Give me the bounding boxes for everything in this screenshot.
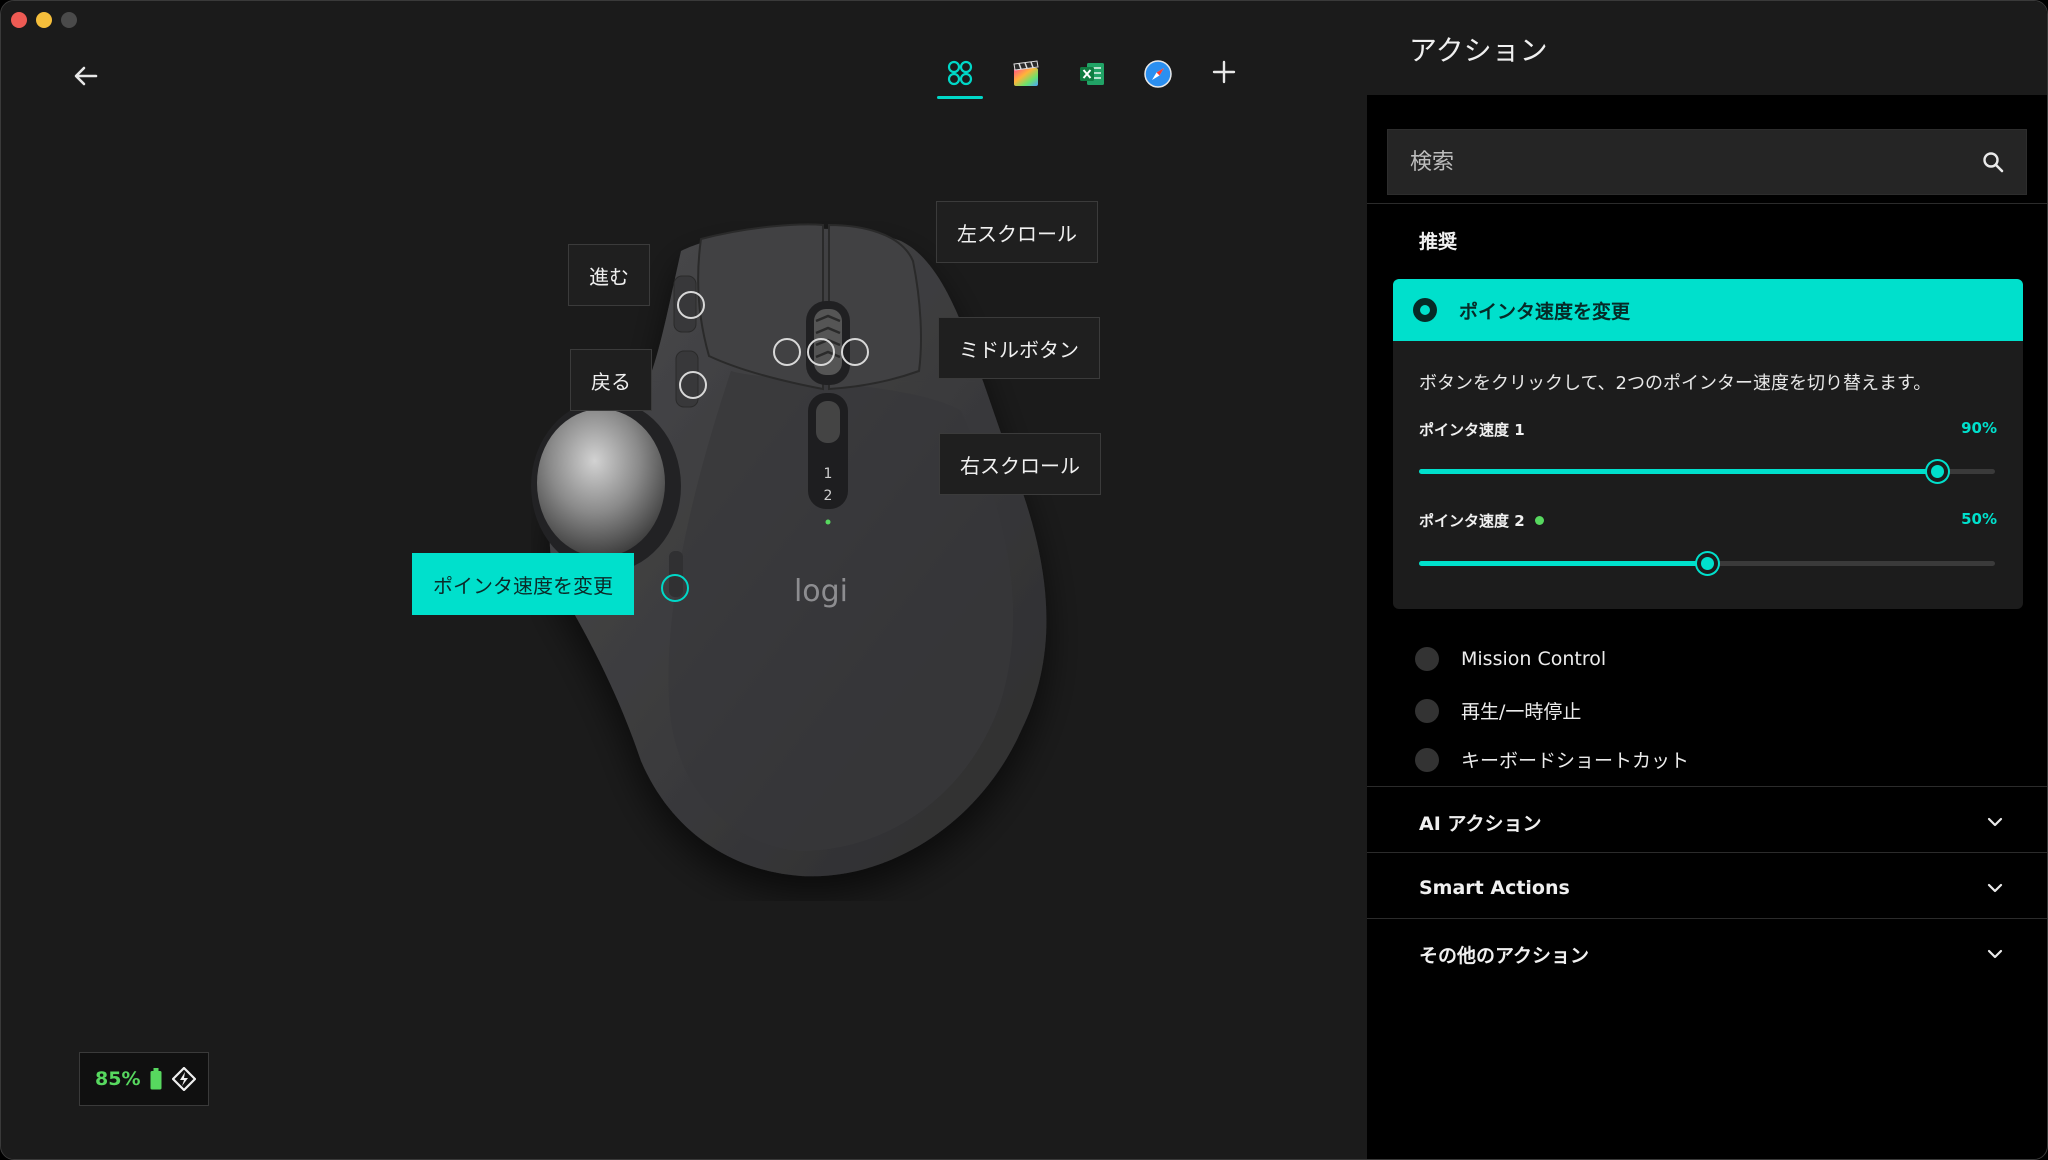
excel-icon bbox=[1080, 63, 1104, 85]
action-option-label: 再生/一時停止 bbox=[1461, 701, 1582, 723]
dpi-label-2: 2 bbox=[824, 488, 833, 504]
slider-2-value: 50% bbox=[1961, 510, 1997, 528]
section-label: Smart Actions bbox=[1419, 877, 1570, 899]
pointer-speed-2-slider[interactable] bbox=[1419, 553, 1995, 574]
chevron-down-icon bbox=[1987, 817, 2003, 827]
hotspot-forward[interactable] bbox=[677, 291, 705, 319]
section-label: AI アクション bbox=[1419, 812, 1542, 835]
hotspot-middle-button[interactable] bbox=[807, 338, 835, 366]
close-window-button[interactable] bbox=[11, 12, 27, 28]
slider-2-label-text: ポインタ速度 2 bbox=[1419, 512, 1525, 530]
search-input[interactable] bbox=[1410, 149, 1982, 175]
action-option-label: Mission Control bbox=[1461, 648, 1607, 670]
slider-1-value: 90% bbox=[1961, 419, 1997, 437]
slider-1-label: ポインタ速度 1 bbox=[1419, 419, 1525, 440]
tab-all-apps[interactable] bbox=[937, 53, 983, 99]
clapper-icon bbox=[1013, 60, 1039, 86]
divider bbox=[1367, 918, 2047, 919]
section-ai-actions[interactable]: AI アクション bbox=[1367, 789, 2047, 855]
callout-back[interactable]: 戻る bbox=[570, 349, 652, 411]
arrow-left-icon bbox=[74, 66, 98, 86]
action-option-mission-control[interactable]: Mission Control bbox=[1415, 647, 1606, 671]
battery-percent: 85% bbox=[95, 1068, 141, 1090]
action-option-label: キーボードショートカット bbox=[1461, 750, 1690, 772]
recommended-title: 推奨 bbox=[1419, 231, 1458, 253]
battery-status[interactable]: 85% bbox=[79, 1052, 209, 1106]
compass-icon bbox=[1144, 60, 1172, 88]
divider bbox=[1367, 852, 2047, 853]
app-tabs bbox=[937, 53, 1245, 99]
hotspot-pointer-speed[interactable] bbox=[661, 574, 689, 602]
logi-bolt-icon bbox=[172, 1067, 197, 1091]
callout-middle-button[interactable]: ミドルボタン bbox=[938, 317, 1100, 379]
tab-excel[interactable] bbox=[1071, 53, 1113, 99]
plus-icon bbox=[1212, 60, 1236, 84]
traffic-lights bbox=[11, 12, 77, 28]
radio-unselected-icon bbox=[1415, 647, 1439, 671]
dpi-label-1: 1 bbox=[824, 466, 833, 482]
slider-1-fill bbox=[1419, 469, 1938, 474]
callout-pointer-speed[interactable]: ポインタ速度を変更 bbox=[412, 553, 634, 615]
hotspot-left-scroll[interactable] bbox=[773, 338, 801, 366]
action-option-keyboard-shortcut[interactable]: キーボードショートカット bbox=[1415, 746, 1689, 773]
battery-icon bbox=[150, 1068, 162, 1090]
search-box[interactable] bbox=[1387, 129, 2027, 195]
hotspot-back[interactable] bbox=[679, 371, 707, 399]
slider-2-label: ポインタ速度 2 bbox=[1419, 510, 1544, 531]
action-option-play-pause[interactable]: 再生/一時停止 bbox=[1415, 697, 1581, 724]
minimize-window-button[interactable] bbox=[36, 12, 52, 28]
slider-1-handle[interactable] bbox=[1927, 461, 1949, 482]
callout-left-scroll[interactable]: 左スクロール bbox=[936, 201, 1098, 263]
app-window: 1 2 logi 進む 戻る 左スクロール ミドルボタン 右スクロール ポインタ… bbox=[0, 0, 2048, 1160]
pointer-speed-1-slider[interactable] bbox=[1419, 461, 1995, 482]
tab-add-app[interactable] bbox=[1203, 53, 1245, 99]
radio-unselected-icon bbox=[1415, 698, 1439, 723]
slider-2-fill bbox=[1419, 561, 1707, 566]
hotspot-right-scroll[interactable] bbox=[841, 338, 869, 366]
selected-action[interactable]: ポインタ速度を変更 bbox=[1393, 279, 2023, 341]
search-icon[interactable] bbox=[1982, 151, 2004, 173]
slider-2-handle[interactable] bbox=[1697, 553, 1718, 574]
slider-1-label-text: ポインタ速度 1 bbox=[1419, 421, 1525, 439]
tab-safari[interactable] bbox=[1137, 53, 1179, 99]
radio-unselected-icon bbox=[1415, 747, 1439, 772]
section-label: その他のアクション bbox=[1419, 944, 1590, 967]
panel-title: アクション bbox=[1367, 1, 2047, 95]
radio-selected-icon bbox=[1413, 298, 1437, 322]
active-indicator-icon bbox=[1534, 516, 1544, 525]
selected-action-card: ポインタ速度を変更 ボタンをクリックして、2つのポインター速度を切り替えます。 … bbox=[1393, 279, 2023, 609]
callout-forward[interactable]: 進む bbox=[568, 244, 650, 306]
logi-logo: logi bbox=[794, 574, 848, 609]
tab-final-cut-pro[interactable] bbox=[1005, 53, 1047, 99]
section-smart-actions[interactable]: Smart Actions bbox=[1367, 855, 2047, 921]
device-view: 1 2 logi 進む 戻る 左スクロール ミドルボタン 右スクロール ポインタ… bbox=[1, 1, 1367, 1159]
divider bbox=[1367, 203, 2047, 204]
zoom-window-button[interactable] bbox=[61, 12, 77, 28]
chevron-down-icon bbox=[1987, 883, 2003, 893]
back-button[interactable] bbox=[69, 59, 103, 93]
callout-right-scroll[interactable]: 右スクロール bbox=[939, 433, 1101, 495]
actions-panel: アクション 推奨 ポインタ速度を変更 ボタンをクリックして、2つのポインター速度… bbox=[1367, 1, 2047, 1159]
selected-action-description: ボタンをクリックして、2つのポインター速度を切り替えます。 bbox=[1419, 373, 1932, 394]
selected-action-label: ポインタ速度を変更 bbox=[1459, 300, 1631, 323]
divider bbox=[1367, 786, 2047, 787]
grid-icon bbox=[947, 60, 973, 86]
chevron-down-icon bbox=[1987, 949, 2003, 959]
section-other-actions[interactable]: その他のアクション bbox=[1367, 921, 2047, 987]
